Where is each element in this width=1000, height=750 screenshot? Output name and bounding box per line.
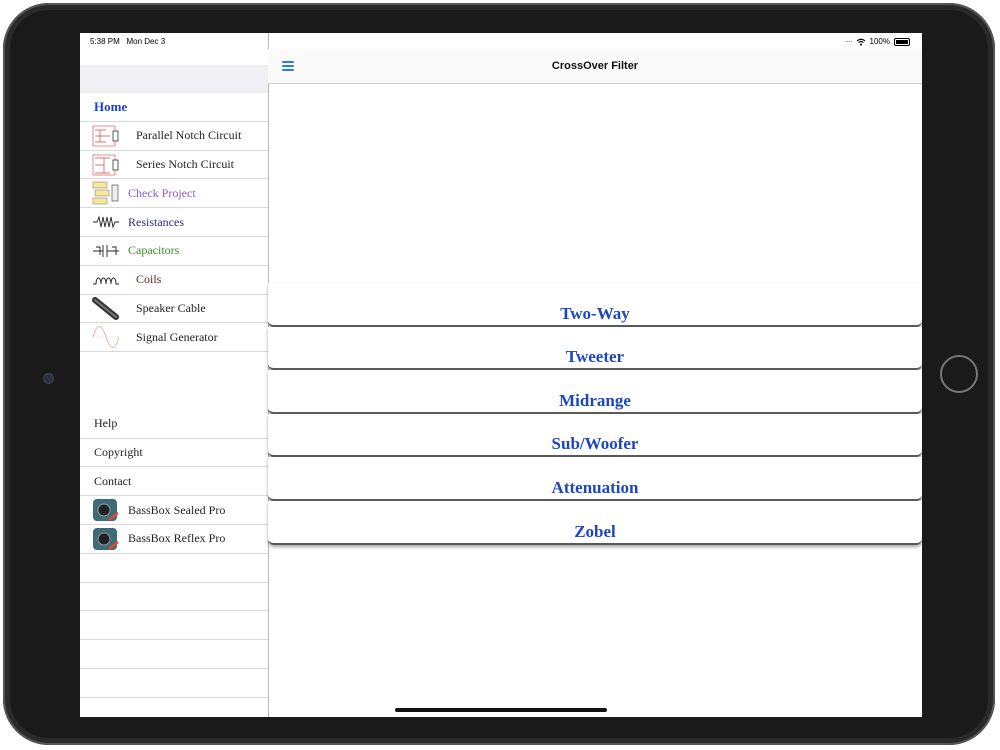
- screen: Home Parallel Notch Circuit Series Notch…: [80, 33, 922, 717]
- sine-wave-icon: [92, 326, 120, 349]
- status-left: 5:38 PM Mon Dec 3: [90, 37, 165, 46]
- parallel-notch-circuit-icon: [92, 125, 119, 147]
- zobel-button[interactable]: Zobel: [268, 500, 922, 545]
- sidebar-item-label: Capacitors: [128, 243, 180, 258]
- battery-icon: [894, 37, 910, 46]
- sidebar-item-label: Parallel Notch Circuit: [136, 128, 242, 143]
- sidebar-item-label: Resistances: [128, 214, 184, 229]
- sidebar-item-parallel-notch[interactable]: Parallel Notch Circuit: [80, 122, 268, 151]
- sub-woofer-button[interactable]: Sub/Woofer: [268, 413, 922, 458]
- home-indicator[interactable]: [395, 708, 607, 712]
- sidebar-empty-row: [80, 669, 268, 698]
- sidebar-item-contact[interactable]: Contact: [80, 467, 268, 497]
- two-way-button[interactable]: Two-Way: [268, 283, 922, 327]
- button-label: Tweeter: [565, 347, 625, 367]
- sidebar-item-speaker-cable[interactable]: Speaker Cable: [80, 295, 268, 324]
- sidebar-item-bassbox-reflex[interactable]: BassBox Reflex Pro: [80, 525, 268, 554]
- bassbox-reflex-app-icon: [93, 527, 119, 550]
- sidebar-list: Home Parallel Notch Circuit Series Notch…: [80, 93, 268, 717]
- sidebar-item-label: Copyright: [94, 444, 143, 459]
- status-time: 5:38 PM: [90, 37, 120, 46]
- sidebar-item-coils[interactable]: Coils: [80, 266, 268, 295]
- wifi-icon: [856, 38, 865, 46]
- sidebar-item-label: Signal Generator: [136, 329, 218, 344]
- sidebar-item-help[interactable]: Help: [80, 410, 268, 439]
- sidebar-item-label: BassBox Sealed Pro: [128, 502, 226, 517]
- bassbox-sealed-app-icon: [93, 499, 119, 522]
- sidebar-item-resistances[interactable]: Resistances: [80, 208, 268, 237]
- signal-dots-icon: ····: [844, 37, 853, 46]
- page-title: CrossOver Filter: [551, 60, 639, 72]
- sidebar-item-label: Contact: [94, 473, 132, 488]
- sidebar-item-label: Help: [94, 416, 118, 431]
- camera-icon: [43, 373, 54, 384]
- sidebar-empty-row: [80, 698, 268, 717]
- sidebar-item-series-notch[interactable]: Series Notch Circuit: [80, 151, 268, 180]
- sidebar-item-label: BassBox Reflex Pro: [128, 531, 226, 546]
- sidebar-item-label: Speaker Cable: [136, 300, 206, 315]
- sidebar-header: [80, 65, 268, 93]
- sidebar-empty-row: [80, 611, 268, 641]
- resistor-icon: [93, 215, 119, 229]
- sidebar-item-label: Series Notch Circuit: [136, 156, 234, 171]
- sidebar-item-check-project[interactable]: Check Project: [80, 179, 268, 209]
- button-label: Two-Way: [560, 303, 630, 323]
- series-notch-circuit-icon: [92, 154, 119, 175]
- sidebar-item-label: Home: [94, 98, 128, 114]
- status-date: Mon Dec 3: [126, 37, 166, 46]
- sidebar-item-capacitors[interactable]: Capacitors: [80, 237, 268, 266]
- sidebar: Home Parallel Notch Circuit Series Notch…: [80, 33, 269, 717]
- button-label: Attenuation: [551, 477, 639, 497]
- sidebar-item-label: Check Project: [128, 185, 196, 200]
- tweeter-button[interactable]: Tweeter: [268, 326, 922, 371]
- sidebar-item-signal-generator[interactable]: Signal Generator: [80, 323, 268, 353]
- status-bar: 5:38 PM Mon Dec 3 ···· 100%: [80, 33, 922, 49]
- sidebar-item-home[interactable]: Home: [80, 93, 268, 122]
- filter-button-list: Two-Way Tweeter Midrange Sub/Woofer Atte…: [268, 283, 922, 545]
- capacitor-icon: [93, 244, 119, 257]
- sidebar-item-label: Coils: [136, 272, 162, 287]
- button-label: Midrange: [559, 390, 631, 410]
- midrange-button[interactable]: Midrange: [268, 370, 922, 414]
- coil-icon: [93, 277, 119, 285]
- speaker-cable-icon: [92, 296, 119, 320]
- sidebar-empty-row: [80, 554, 268, 583]
- sidebar-item-copyright[interactable]: Copyright: [80, 439, 268, 468]
- battery-percent: 100%: [869, 37, 890, 46]
- button-label: Sub/Woofer: [551, 434, 639, 454]
- button-label: Zobel: [574, 521, 616, 541]
- sidebar-empty-row: [80, 583, 268, 612]
- navigation-bar: CrossOver Filter: [268, 49, 922, 84]
- home-button[interactable]: [940, 355, 978, 393]
- check-project-icon: [92, 182, 119, 205]
- sidebar-item-bassbox-sealed[interactable]: BassBox Sealed Pro: [80, 496, 268, 525]
- sidebar-empty-row: [80, 640, 268, 669]
- attenuation-button[interactable]: Attenuation: [268, 457, 922, 501]
- status-right: ···· 100%: [845, 37, 910, 46]
